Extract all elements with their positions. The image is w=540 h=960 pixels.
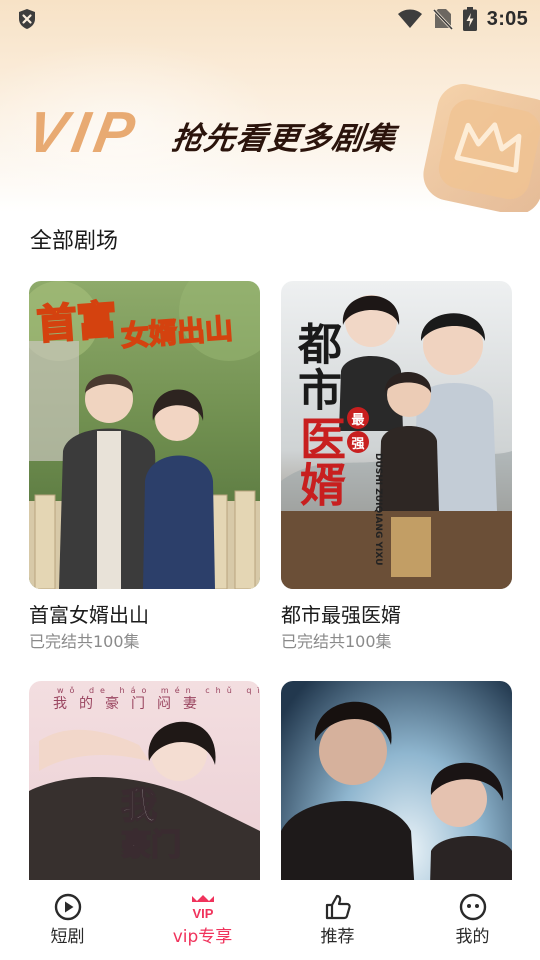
drama-title: 都市最强医婿 <box>281 603 401 627</box>
vip-crown-icon: VIP <box>188 892 218 922</box>
poster-title: 首富 <box>34 296 119 349</box>
drama-card[interactable]: 首富 女婿出山 首富女婿出山 已完结共100集 <box>29 281 260 651</box>
play-circle-icon <box>53 892 83 922</box>
poster-badge-2: 强 <box>347 431 369 453</box>
drama-episodes: 已完结共100集 <box>29 632 140 651</box>
drama-card[interactable]: 都市 最 强 医婿 DUSHI ZUIQIANG YIXU 都市最强医婿 已完结… <box>281 281 512 651</box>
drama-title: 首富女婿出山 <box>29 603 149 627</box>
vip-icon-text: VIP <box>192 906 213 921</box>
poster-subtitle: 女婿出山 <box>119 311 235 353</box>
tab-recommend[interactable]: 推荐 <box>270 880 405 960</box>
smiley-face-icon <box>458 892 488 922</box>
poster-pinyin: DUSHI ZUIQIANG YIXU <box>373 453 383 566</box>
tab-vip[interactable]: VIP vip专享 <box>135 880 270 960</box>
drama-episodes: 已完结共100集 <box>281 632 392 651</box>
poster-title-2: 豪门 <box>120 828 182 863</box>
wifi-icon <box>397 9 422 28</box>
tab-label: vip专享 <box>172 927 233 947</box>
section-title: 全部剧场 <box>30 229 119 254</box>
status-bar: 3:05 <box>0 0 540 38</box>
crown-badge-icon <box>423 84 540 212</box>
poster-title: 我 <box>120 786 158 827</box>
status-time: 3:05 <box>486 7 528 30</box>
tab-short-drama[interactable]: 短剧 <box>0 880 135 960</box>
thumbs-up-icon <box>323 892 353 922</box>
poster-chars: 我的豪门闷妻 <box>53 696 209 712</box>
battery-charging-icon <box>462 7 477 31</box>
vip-slogan: 抢先看更多剧集 <box>169 121 399 157</box>
drama-poster[interactable]: 首富 女婿出山 <box>29 281 260 589</box>
no-sim-icon <box>432 8 453 30</box>
tab-mine[interactable]: 我的 <box>405 880 540 960</box>
drama-poster[interactable]: 都市 最 强 医婿 DUSHI ZUIQIANG YIXU <box>281 281 512 589</box>
shield-icon <box>19 9 35 29</box>
tab-label: 推荐 <box>320 927 355 947</box>
poster-badge-1: 最 <box>347 407 369 429</box>
vip-heading: VIP <box>22 100 146 165</box>
poster-title-bottom: 医婿 <box>293 415 347 507</box>
poster-pinyin: wǒ de háo mén chǔ qī <box>57 686 260 695</box>
tab-label: 短剧 <box>50 927 85 947</box>
poster-title-top: 都市 <box>290 321 341 413</box>
bottom-tab-bar: 短剧 VIP vip专享 推荐 我的 <box>0 880 540 960</box>
tab-label: 我的 <box>455 927 490 947</box>
